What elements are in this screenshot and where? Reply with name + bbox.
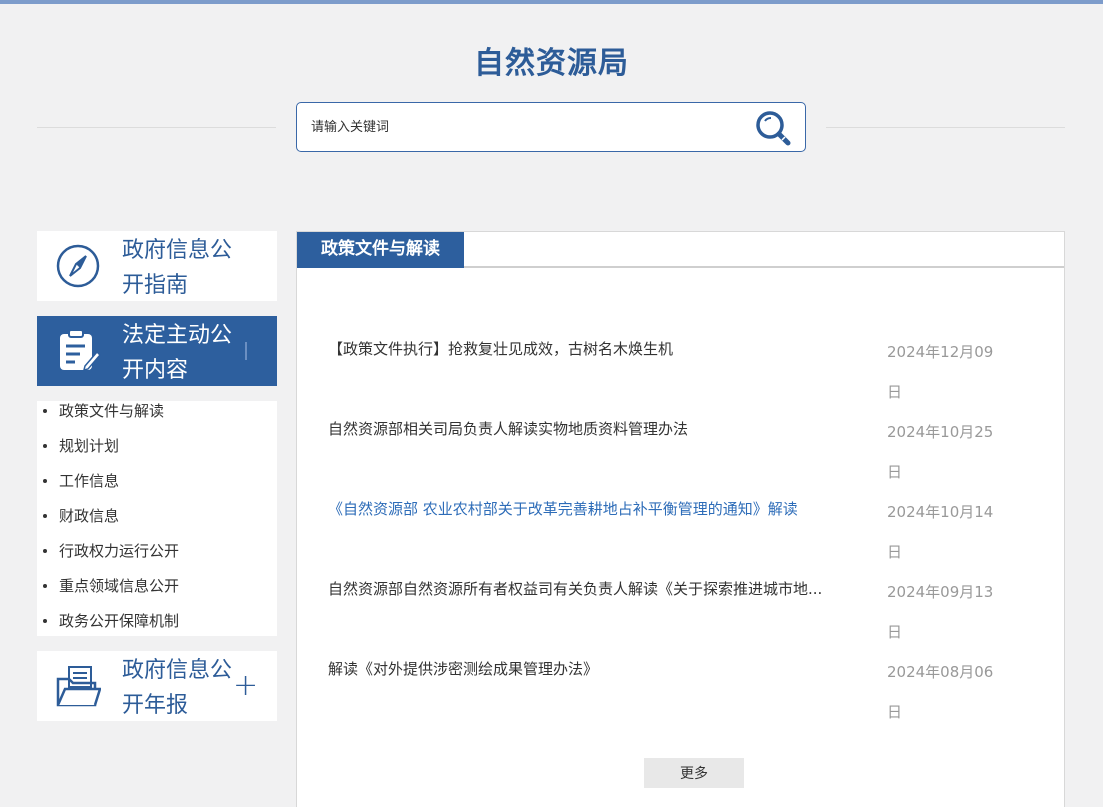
sub-nav-item[interactable]: 工作信息 <box>37 471 277 506</box>
sub-nav-item[interactable]: 规划计划 <box>37 436 277 471</box>
bullet-icon <box>43 444 47 448</box>
tab-policy-docs[interactable]: 政策文件与解读 <box>297 232 464 268</box>
sub-nav-item[interactable]: 重点领域信息公开 <box>37 576 277 611</box>
bullet-icon <box>43 549 47 553</box>
sub-nav-item[interactable]: 行政权力运行公开 <box>37 541 277 576</box>
search-bar <box>296 102 806 152</box>
bullet-icon <box>43 584 47 588</box>
bullet-icon <box>43 619 47 623</box>
sub-nav-item[interactable]: 财政信息 <box>37 506 277 541</box>
news-date: 2024年08月06日 <box>887 663 994 721</box>
page-title: 自然资源局 <box>474 46 629 81</box>
collapse-indicator <box>245 342 247 360</box>
news-date: 2024年10月14日 <box>887 503 994 561</box>
bullet-icon <box>43 479 47 483</box>
sidebar-card-active-content[interactable]: 法定主动公开内容 <box>37 316 277 386</box>
news-link[interactable]: 《自然资源部 农业农村部关于改革完善耕地占补平衡管理的通知》解读 <box>328 492 858 526</box>
document-edit-icon <box>60 329 101 372</box>
sub-nav-list: 政策文件与解读 规划计划 工作信息 财政信息 行政权力运行公开 重点领域信息公开… <box>37 401 277 636</box>
sidebar-card-label: 政府信息公开指南 <box>122 238 233 298</box>
sub-nav-item[interactable]: 政务公开保障机制 <box>37 611 277 646</box>
list-item: 解读《对外提供涉密测绘成果管理办法》 2024年08月06日 <box>328 652 1028 732</box>
news-link[interactable]: 自然资源部自然资源所有者权益司有关负责人解读《关于探索推进城市地... <box>328 572 858 606</box>
list-item: 自然资源部自然资源所有者权益司有关负责人解读《关于探索推进城市地... 2024… <box>328 572 1028 652</box>
news-link[interactable]: 自然资源部相关司局负责人解读实物地质资料管理办法 <box>328 412 858 446</box>
sidebar-card-annual-report[interactable]: 政府信息公开年报 + <box>37 651 277 721</box>
divider-left <box>37 127 276 128</box>
search-button[interactable] <box>753 108 793 148</box>
bullet-icon <box>43 514 47 518</box>
news-date: 2024年10月25日 <box>887 423 994 481</box>
more-button[interactable]: 更多 <box>644 758 744 788</box>
sidebar-card-guide[interactable]: 政府信息公开指南 <box>37 231 277 301</box>
sub-nav-item[interactable]: 政策文件与解读 <box>37 401 277 436</box>
news-date: 2024年09月13日 <box>887 583 994 641</box>
list-item: 自然资源部相关司局负责人解读实物地质资料管理办法 2024年10月25日 <box>328 412 1028 492</box>
expand-plus-icon[interactable]: + <box>233 671 258 701</box>
content-panel: 政策文件与解读 【政策文件执行】抢救复壮见成效，古树名木焕生机 2024年12月… <box>296 231 1065 807</box>
search-icon <box>756 111 791 146</box>
list-item: 【政策文件执行】抢救复壮见成效，古树名木焕生机 2024年12月09日 <box>328 332 1028 412</box>
bullet-icon <box>43 409 47 413</box>
search-input[interactable] <box>311 117 731 137</box>
sidebar-card-label: 法定主动公开内容 <box>122 323 233 383</box>
news-date: 2024年12月09日 <box>887 343 994 401</box>
list-item: 《自然资源部 农业农村部关于改革完善耕地占补平衡管理的通知》解读 2024年10… <box>328 492 1028 572</box>
news-link[interactable]: 解读《对外提供涉密测绘成果管理办法》 <box>328 652 858 686</box>
folder-icon <box>56 666 101 707</box>
compass-icon <box>56 244 100 288</box>
news-link[interactable]: 【政策文件执行】抢救复壮见成效，古树名木焕生机 <box>328 332 858 366</box>
panel-header: 政策文件与解读 <box>297 232 1064 268</box>
divider-right <box>826 127 1065 128</box>
